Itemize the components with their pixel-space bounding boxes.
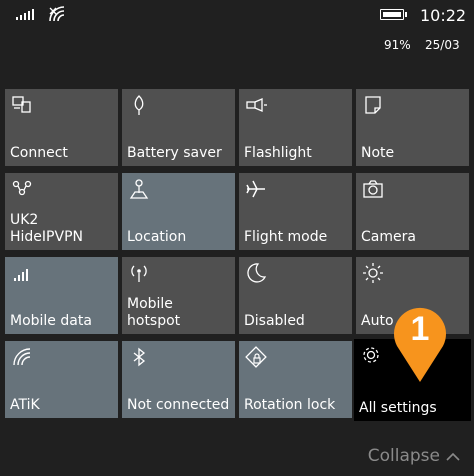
- tile-flight-mode[interactable]: Flight mode: [239, 173, 352, 250]
- brightness-icon: [363, 263, 383, 283]
- mobile-data-icon: [14, 269, 28, 281]
- tile-connect[interactable]: Connect: [5, 89, 118, 166]
- tile-uk2-hideipvpn[interactable]: UK2 HideIPVPN: [5, 173, 118, 250]
- collapse-button[interactable]: Collapse: [368, 446, 460, 466]
- tile-label: Mobile hotspot: [127, 296, 181, 329]
- tile-atik[interactable]: ATiK: [5, 341, 118, 418]
- tile-not-connected[interactable]: Not connected: [122, 341, 235, 418]
- flashlight-icon: [246, 98, 267, 112]
- hotspot-icon: [131, 265, 147, 282]
- battery-percentage: 91%: [384, 38, 411, 52]
- tile-mobile-data[interactable]: Mobile data: [5, 257, 118, 334]
- battery-saver-icon: [134, 95, 144, 115]
- status-bar: 10:22 91% 25/03: [0, 0, 474, 60]
- signal-strength-icon: [16, 9, 34, 20]
- tile-battery-saver[interactable]: Battery saver: [122, 89, 235, 166]
- tile-label: Disabled: [244, 313, 305, 329]
- tile-label: Location: [127, 229, 187, 245]
- chevron-up-icon: [446, 452, 460, 461]
- location-icon: [129, 179, 149, 199]
- annotation-marker: 1: [387, 296, 453, 384]
- date: 25/03: [425, 38, 460, 52]
- tile-rotation-lock[interactable]: Rotation lock: [239, 341, 352, 418]
- airplane-icon: [246, 180, 265, 198]
- tile-label: ATiK: [10, 397, 40, 413]
- tile-disabled[interactable]: Disabled: [239, 257, 352, 334]
- collapse-label: Collapse: [367, 446, 440, 466]
- battery-icon: [380, 9, 407, 20]
- tile-label: Rotation lock: [244, 397, 336, 413]
- tile-location[interactable]: Location: [122, 173, 235, 250]
- tile-label: Flashlight: [244, 145, 312, 161]
- vpn-icon: [12, 180, 32, 196]
- tile-mobile-hotspot[interactable]: Mobile hotspot: [122, 257, 235, 334]
- clock-time: 10:22: [420, 6, 467, 25]
- tile-label: Camera: [361, 229, 416, 245]
- wifi-icon: [49, 6, 65, 22]
- connect-icon: [12, 96, 31, 113]
- tile-label: Battery saver: [127, 145, 222, 161]
- tile-label: All settings: [359, 400, 437, 416]
- tile-note[interactable]: Note: [356, 89, 469, 166]
- camera-icon: [363, 180, 383, 198]
- note-icon: [365, 96, 381, 114]
- bluetooth-icon: [133, 347, 146, 367]
- annotation-number: 1: [411, 310, 430, 348]
- tile-label: Flight mode: [244, 229, 328, 245]
- tile-label: Not connected: [127, 397, 230, 413]
- tile-camera[interactable]: Camera: [356, 173, 469, 250]
- rotation-lock-icon: [245, 346, 267, 368]
- wifi-icon: [13, 348, 31, 366]
- gear-icon: [363, 347, 379, 363]
- tile-label: UK2 HideIPVPN: [10, 212, 83, 245]
- tile-flashlight[interactable]: Flashlight: [239, 89, 352, 166]
- moon-icon: [247, 263, 267, 283]
- tile-label: Mobile data: [10, 313, 92, 329]
- tile-label: Note: [361, 145, 395, 161]
- tile-label: Connect: [10, 145, 68, 161]
